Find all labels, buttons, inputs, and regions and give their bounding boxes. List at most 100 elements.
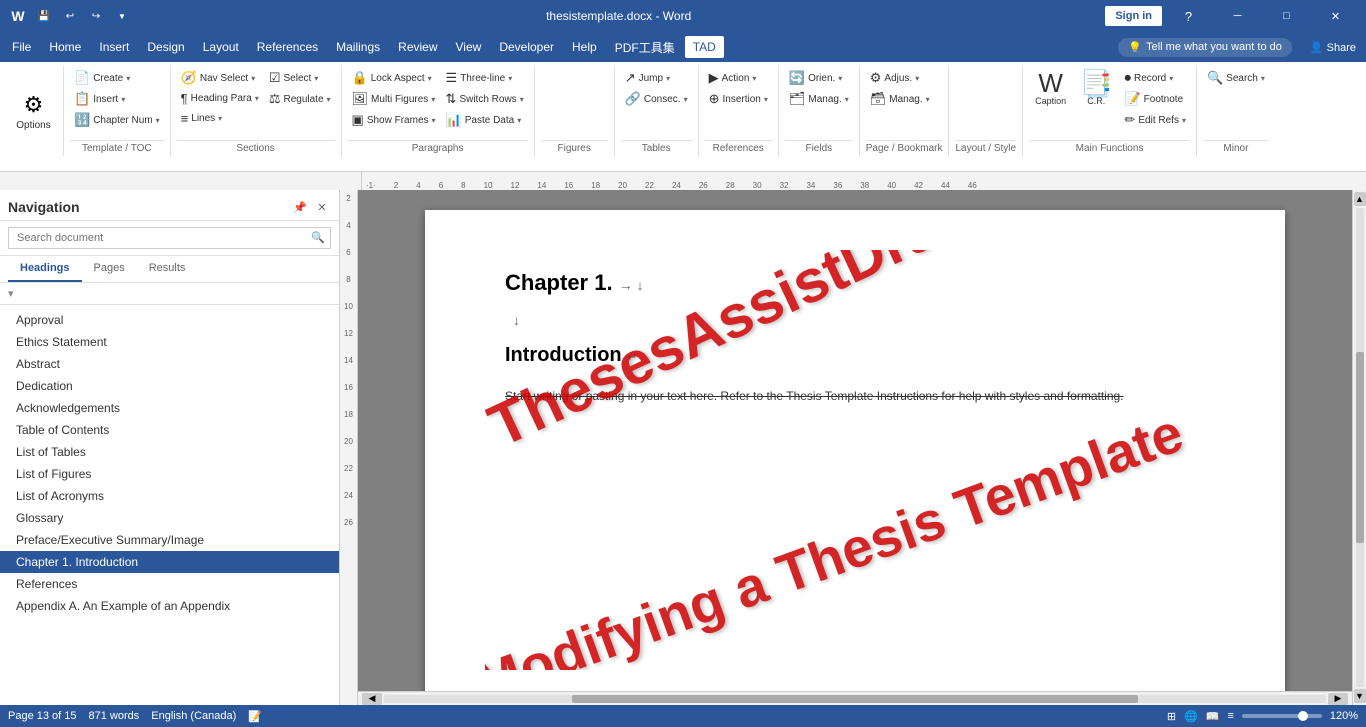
nav-item-acronyms[interactable]: List of Acronyms: [0, 485, 339, 507]
nav-item-abstract[interactable]: Abstract: [0, 353, 339, 375]
view-print-btn[interactable]: ⊞: [1167, 710, 1176, 723]
nav-search-input[interactable]: [8, 227, 331, 249]
nav-item-acknowledgements[interactable]: Acknowledgements: [0, 397, 339, 419]
insert-btn[interactable]: 📋 Insert ▾: [70, 89, 164, 109]
nav-tab-results[interactable]: Results: [137, 256, 198, 282]
scroll-right-btn[interactable]: ▶: [1328, 693, 1348, 705]
scroll-thumb[interactable]: [572, 695, 1137, 703]
ribbon-group-fields: 🔄 Orien. ▾ 🗂 Manag. ▾ Fields: [779, 66, 860, 156]
undo-btn[interactable]: ↩: [60, 6, 80, 26]
scroll-down-btn[interactable]: ▼: [1354, 689, 1366, 703]
menu-layout[interactable]: Layout: [195, 36, 247, 58]
redo-btn[interactable]: ↪: [86, 6, 106, 26]
record-btn[interactable]: ⏺ Record ▾: [1120, 68, 1190, 88]
cr-icon: 📑: [1080, 70, 1112, 96]
insertion-btn[interactable]: ⊕ Insertion ▾: [705, 89, 772, 109]
menu-developer[interactable]: Developer: [491, 36, 562, 58]
menu-design[interactable]: Design: [139, 36, 192, 58]
horizontal-scrollbar[interactable]: ◀ ▶: [358, 691, 1352, 705]
nav-select-btn[interactable]: 🧭 Nav Select ▾: [177, 68, 263, 88]
maximize-btn[interactable]: □: [1264, 0, 1309, 32]
manag2-btn[interactable]: 🗃 Manag. ▾: [866, 89, 934, 109]
zoom-thumb[interactable]: [1298, 711, 1308, 721]
nav-item-lof[interactable]: List of Figures: [0, 463, 339, 485]
proofing-icon: 📝: [248, 710, 262, 723]
minimize-btn[interactable]: ─: [1215, 0, 1260, 32]
nav-item-approval[interactable]: Approval: [0, 309, 339, 331]
person-icon: 👤: [1310, 42, 1324, 54]
three-line-btn[interactable]: ☰ Three-line ▾: [442, 68, 528, 88]
show-frames-btn[interactable]: ▣ Show Frames ▾: [348, 110, 440, 130]
view-web-btn[interactable]: 🌐: [1184, 710, 1198, 723]
close-btn[interactable]: ✕: [1313, 0, 1358, 32]
menu-home[interactable]: Home: [41, 36, 89, 58]
nav-item-chapter1[interactable]: Chapter 1. Introduction: [0, 551, 339, 573]
search-input-icon: 🔍: [311, 231, 325, 244]
cr-btn[interactable]: 📑 C.R.: [1074, 68, 1118, 108]
nav-item-lot[interactable]: List of Tables: [0, 441, 339, 463]
menu-tad[interactable]: TAD: [685, 36, 724, 58]
edit-refs-btn[interactable]: ✏ Edit Refs ▾: [1120, 110, 1190, 130]
menu-view[interactable]: View: [448, 36, 490, 58]
menu-references[interactable]: References: [249, 36, 326, 58]
nav-item-glossary[interactable]: Glossary: [0, 507, 339, 529]
menu-help[interactable]: Help: [564, 36, 605, 58]
scroll-v-track[interactable]: [1356, 208, 1364, 687]
menu-file[interactable]: File: [4, 36, 39, 58]
page-bookmark-label: Page / Bookmark: [866, 140, 943, 156]
manag-btn[interactable]: 🗂 Manag. ▾: [785, 89, 853, 109]
nav-item-dedication[interactable]: Dedication: [0, 375, 339, 397]
scroll-v-thumb[interactable]: [1356, 352, 1364, 544]
consec-btn[interactable]: 🔗 Consec. ▾: [621, 89, 692, 109]
options-button[interactable]: ⚙ Options: [4, 66, 64, 156]
minor-label: Minor: [1203, 140, 1269, 156]
zoom-level[interactable]: 120%: [1330, 710, 1358, 722]
switch-rows-btn[interactable]: ⇅ Switch Rows ▾: [442, 89, 528, 109]
sign-in-button[interactable]: Sign in: [1105, 6, 1162, 26]
vertical-scrollbar[interactable]: ▲ ▼: [1352, 190, 1366, 705]
menu-insert[interactable]: Insert: [91, 36, 137, 58]
nav-tab-pages[interactable]: Pages: [82, 256, 137, 282]
document-scroll-area[interactable]: ThesesAssistDrawer Modifying a Thesis Te…: [358, 190, 1352, 691]
nav-tab-headings[interactable]: Headings: [8, 256, 82, 282]
zoom-slider[interactable]: [1242, 714, 1322, 718]
chapter-num-btn[interactable]: 🔢 Chapter Num ▾: [70, 110, 164, 130]
nav-item-toc[interactable]: Table of Contents: [0, 419, 339, 441]
save-btn[interactable]: 💾: [34, 6, 54, 26]
scroll-up-btn[interactable]: ▲: [1354, 192, 1366, 206]
tell-me-input[interactable]: 💡 Tell me what you want to do: [1118, 38, 1291, 57]
nav-item-references[interactable]: References: [0, 573, 339, 595]
lock-aspect-btn[interactable]: 🔒 Lock Aspect ▾: [348, 68, 440, 88]
lines-btn[interactable]: ≡ Lines ▾: [177, 109, 263, 128]
view-read-btn[interactable]: 📖: [1206, 710, 1220, 723]
select-icon: ☑: [269, 70, 281, 86]
orien-btn[interactable]: 🔄 Orien. ▾: [785, 68, 853, 88]
scroll-track[interactable]: [384, 695, 1326, 703]
nav-item-appendix[interactable]: Appendix A. An Example of an Appendix: [0, 595, 339, 617]
action-btn[interactable]: ▶ Action ▾: [705, 68, 772, 88]
jump-btn[interactable]: ↗ Jump ▾: [621, 68, 692, 88]
search-ribbon-btn[interactable]: 🔍 Search ▾: [1203, 68, 1269, 88]
paste-data-btn[interactable]: 📊 Paste Data ▾: [442, 110, 528, 130]
nav-close-btn[interactable]: ✕: [313, 198, 331, 216]
create-btn[interactable]: 📄 Create ▾: [70, 68, 164, 88]
multi-figures-btn[interactable]: 🖼 Multi Figures ▾: [348, 89, 440, 109]
footnote-btn[interactable]: 📝 Footnote: [1120, 89, 1190, 109]
menu-mailings[interactable]: Mailings: [328, 36, 388, 58]
caption-btn[interactable]: W Caption: [1029, 68, 1072, 108]
menu-pdf[interactable]: PDF工具集: [607, 35, 683, 60]
adjus-btn[interactable]: ⚙ Adjus. ▾: [866, 68, 934, 88]
help-icon[interactable]: ?: [1166, 0, 1211, 32]
select-btn[interactable]: ☑ Select ▾: [265, 68, 335, 88]
view-outline-btn[interactable]: ≡: [1227, 710, 1233, 722]
share-button[interactable]: 👤 Share: [1304, 41, 1362, 54]
ribbon-group-sections: 🧭 Nav Select ▾ ¶ Heading Para ▾ ≡ Lines …: [171, 66, 342, 156]
regulate-btn[interactable]: ⚖ Regulate ▾: [265, 89, 335, 109]
heading-para-btn[interactable]: ¶ Heading Para ▾: [177, 89, 263, 108]
customize-btn[interactable]: ▼: [112, 6, 132, 26]
menu-review[interactable]: Review: [390, 36, 445, 58]
nav-item-preface[interactable]: Preface/Executive Summary/Image: [0, 529, 339, 551]
scroll-left-btn[interactable]: ◀: [362, 693, 382, 705]
nav-item-ethics[interactable]: Ethics Statement: [0, 331, 339, 353]
nav-pin-btn[interactable]: 📌: [291, 198, 309, 216]
